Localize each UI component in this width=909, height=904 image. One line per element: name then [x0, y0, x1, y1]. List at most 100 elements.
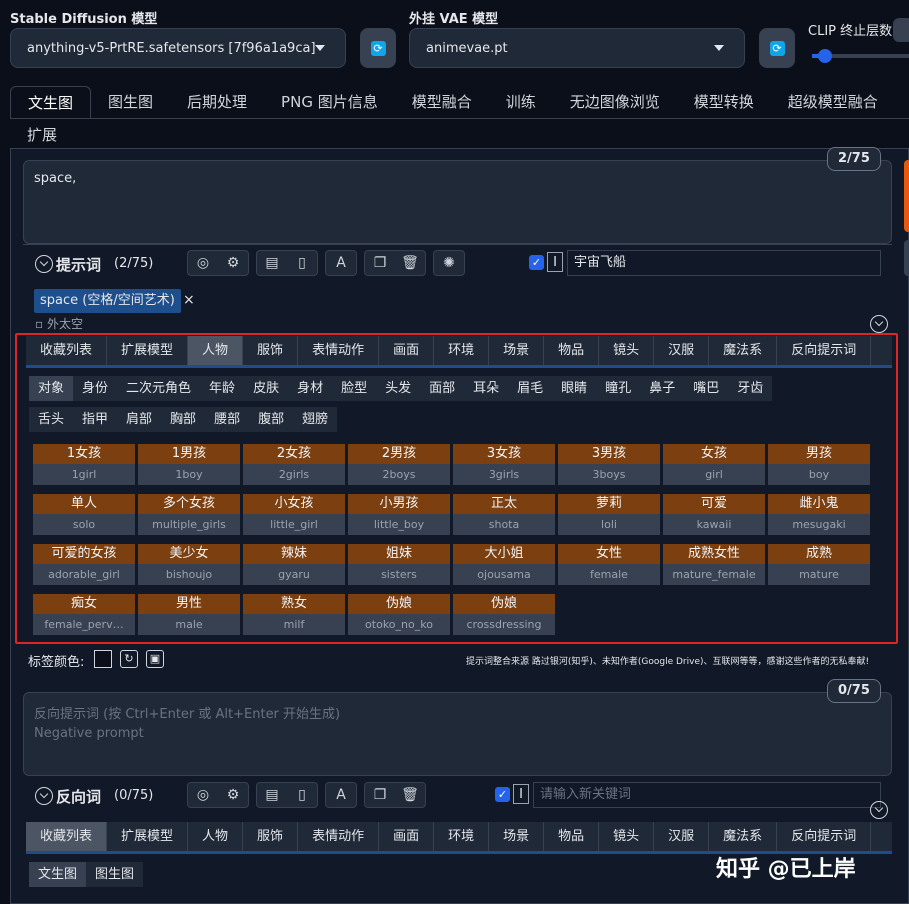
copy-icon[interactable]: ❐	[365, 783, 395, 807]
cat-character[interactable]: 人物	[188, 822, 244, 851]
cat-environment[interactable]: 环境	[434, 822, 490, 851]
cat-items[interactable]: 物品	[544, 822, 600, 851]
translate-icon[interactable]: A	[326, 783, 356, 807]
negative-subcategory-row: 文生图 图生图	[29, 862, 144, 887]
cat-picture[interactable]: 画面	[379, 822, 435, 851]
tab-extensions[interactable]: 扩展	[27, 124, 57, 145]
negative-token-counter: 0/75	[827, 679, 881, 703]
refresh-icon: ⟳	[370, 40, 386, 56]
sub-img2img[interactable]: 图生图	[86, 862, 143, 887]
collapse-icon[interactable]	[35, 787, 53, 805]
main-tabs: 文生图 图生图 后期处理 PNG 图片信息 模型融合 训练 无边图像浏览 模型转…	[10, 86, 895, 118]
refresh-icon: ⟳	[769, 40, 785, 56]
copy-icon[interactable]: ❐	[365, 251, 395, 275]
negative-title: 反向词	[56, 788, 102, 806]
tab-train[interactable]: 训练	[489, 86, 553, 118]
negative-prompt-textarea[interactable]: 反向提示词 (按 Ctrl+Enter 或 Alt+Enter 开始生成) Ne…	[23, 692, 892, 776]
negative-keyword-placeholder: 请输入新关键词	[540, 787, 632, 802]
tab-infinite-browser[interactable]: 无边图像浏览	[553, 86, 677, 118]
cat-favorites[interactable]: 收藏列表	[26, 822, 108, 851]
highlight-box	[15, 333, 898, 644]
expand-icon[interactable]	[870, 315, 888, 333]
gear-icon[interactable]: ⚙	[218, 783, 248, 807]
refresh-sd-button[interactable]: ⟳	[360, 28, 396, 68]
tab-super-merge[interactable]: 超级模型融合	[771, 86, 895, 118]
reset-color-icon[interactable]: ↻	[120, 650, 138, 668]
collapse-icon[interactable]	[35, 255, 53, 273]
text-cursor-icon: I	[513, 784, 529, 804]
prompt-chip[interactable]: space (空格/空间艺术)	[34, 289, 181, 313]
color-swatch[interactable]	[94, 650, 112, 668]
clip-skip-number[interactable]	[893, 18, 909, 42]
tabs-divider	[10, 118, 909, 119]
bookmark-icon[interactable]: ▯	[287, 783, 317, 807]
chip-close-icon[interactable]: ×	[183, 292, 195, 308]
prompt-count: (2/75)	[114, 256, 154, 271]
vae-model-label: 外挂 VAE 模型	[409, 12, 499, 27]
tab-png-info[interactable]: PNG 图片信息	[264, 86, 395, 118]
tab-convert[interactable]: 模型转换	[677, 86, 771, 118]
vae-model-dropdown[interactable]: animevae.pt	[409, 28, 745, 68]
keyword-value: 宇宙飞船	[574, 255, 627, 270]
globe-icon[interactable]: ◎	[188, 251, 218, 275]
tab-txt2img[interactable]: 文生图	[10, 86, 92, 118]
tab-img2img[interactable]: 图生图	[91, 86, 170, 118]
clip-skip-slider[interactable]	[812, 49, 909, 63]
prompt-text: space,	[34, 171, 77, 186]
sd-model-value: anything-v5-PrtRE.safetensors [7f96a1a9c…	[27, 40, 316, 56]
cat-negative[interactable]: 反向提示词	[777, 822, 872, 851]
prompt-title: 提示词	[56, 256, 102, 274]
prompt-textarea[interactable]: space,	[23, 160, 892, 244]
trash-icon[interactable]: 🗑	[395, 251, 425, 275]
refresh-vae-button[interactable]: ⟳	[759, 28, 795, 68]
chevron-down-icon	[315, 45, 325, 51]
generate-button[interactable]	[904, 160, 909, 232]
cat-lens[interactable]: 镜头	[599, 822, 655, 851]
cat-ext-models[interactable]: 扩展模型	[107, 822, 189, 851]
trash-icon[interactable]: 🗑	[395, 783, 425, 807]
cat-clothing[interactable]: 服饰	[243, 822, 299, 851]
ai-icon[interactable]: ✺	[434, 251, 464, 275]
tab-merge[interactable]: 模型融合	[395, 86, 489, 118]
prompt-token-counter: 2/75	[827, 147, 881, 171]
negative-count: (0/75)	[114, 788, 154, 803]
cat-scene[interactable]: 场景	[489, 822, 545, 851]
expand-icon[interactable]	[870, 801, 888, 819]
tab-extras[interactable]: 后期处理	[170, 86, 264, 118]
keyword-input[interactable]: 宇宙飞船	[567, 250, 881, 276]
globe-icon[interactable]: ◎	[188, 783, 218, 807]
chip-sub-icon: ▫	[35, 317, 44, 331]
prompt-tools: ◎ ⚙ ▤ ▯ A ❐ 🗑 ✺	[187, 250, 472, 276]
save-color-icon[interactable]: ▣	[146, 650, 164, 668]
chip-label: space (空格/空间艺术)	[40, 293, 175, 308]
credit-text: 提示词整合来源 路过银河(知乎)、未知作者(Google Drive)、互联网等…	[466, 657, 870, 667]
sd-model-label: Stable Diffusion 模型	[10, 12, 158, 27]
chip-sub-text: 外太空	[46, 317, 83, 331]
chip-sub: ▫ 外太空	[35, 315, 83, 332]
text-cursor-icon: I	[547, 252, 563, 272]
negative-placeholder-1: 反向提示词 (按 Ctrl+Enter 或 Alt+Enter 开始生成)	[34, 707, 341, 722]
slider-handle[interactable]	[818, 49, 832, 63]
negative-placeholder-2: Negative prompt	[34, 726, 144, 741]
import-icon[interactable]: ▤	[257, 783, 287, 807]
sd-model-dropdown[interactable]: anything-v5-PrtRE.safetensors [7f96a1a9c…	[10, 28, 346, 68]
negative-category-tabs: 收藏列表 扩展模型 人物 服饰 表情动作 画面 环境 场景 物品 镜头 汉服 魔…	[26, 822, 892, 854]
cat-magic[interactable]: 魔法系	[709, 822, 778, 851]
negative-keyword-input[interactable]: 请输入新关键词	[533, 782, 881, 808]
side-button[interactable]	[904, 240, 909, 276]
gear-icon[interactable]: ⚙	[218, 251, 248, 275]
cat-expression[interactable]: 表情动作	[298, 822, 380, 851]
tag-color-label: 标签颜色:	[28, 655, 85, 670]
keyword-checkbox[interactable]: ✓	[529, 255, 544, 270]
translate-icon[interactable]: A	[326, 251, 356, 275]
watermark: 知乎 @已上岸	[716, 857, 856, 882]
chevron-down-icon	[714, 45, 724, 51]
import-icon[interactable]: ▤	[257, 251, 287, 275]
clip-skip-label: CLIP 终止层数	[808, 24, 893, 39]
bookmark-icon[interactable]: ▯	[287, 251, 317, 275]
negative-tools: ◎ ⚙ ▤ ▯ A ❐ 🗑	[187, 782, 433, 808]
sub-txt2img[interactable]: 文生图	[29, 862, 87, 887]
vae-model-value: animevae.pt	[426, 40, 508, 56]
negative-keyword-checkbox[interactable]: ✓	[495, 787, 510, 802]
cat-hanfu[interactable]: 汉服	[654, 822, 710, 851]
